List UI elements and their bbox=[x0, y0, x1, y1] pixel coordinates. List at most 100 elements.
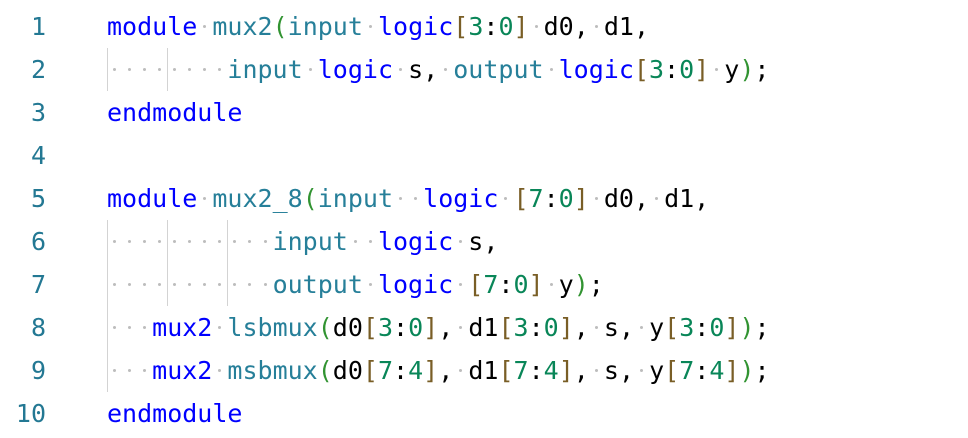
whitespace-dot bbox=[173, 68, 177, 71]
whitespace-dot bbox=[534, 25, 538, 28]
code-token-number: 0 bbox=[408, 313, 424, 342]
code-token-bracket1: ] bbox=[528, 270, 544, 299]
line-number: 6 bbox=[30, 227, 46, 256]
code-token-bracket1: [ bbox=[664, 356, 680, 385]
code-token-bracket2: ( bbox=[317, 356, 333, 385]
code-token-plain: : bbox=[483, 12, 499, 41]
code-token-number: 4 bbox=[408, 356, 424, 385]
whitespace-dot bbox=[158, 240, 162, 243]
code-line[interactable]: 1 module mux2(input logic[3:0] d0, d1, bbox=[0, 5, 968, 48]
code-token-bracket1: ] bbox=[423, 356, 439, 385]
code-token-plain: y bbox=[649, 356, 665, 385]
code-text[interactable]: module mux2(input logic[3:0] d0, d1, bbox=[107, 12, 649, 42]
code-token-bracket1: ] bbox=[513, 12, 529, 41]
code-token-plain: s, bbox=[603, 356, 634, 385]
code-token-bracket1: ] bbox=[573, 184, 589, 213]
code-token-bracket1: [ bbox=[362, 313, 378, 342]
code-token-number: 0 bbox=[513, 270, 529, 299]
code-line[interactable]: 7 output logic [7:0] y); bbox=[0, 263, 968, 306]
indent-guide-line bbox=[167, 48, 169, 91]
whitespace-dot bbox=[549, 68, 553, 71]
code-token-plain: ; bbox=[588, 270, 604, 299]
whitespace-dot bbox=[218, 283, 222, 286]
whitespace-dot bbox=[113, 68, 117, 71]
code-line[interactable]: 6 input logic s, bbox=[0, 220, 968, 263]
code-token-plain: d1 bbox=[468, 313, 499, 342]
line-number: 2 bbox=[30, 55, 46, 84]
code-token-keyword: mux2 bbox=[152, 356, 213, 385]
code-token-plain: , bbox=[573, 356, 589, 385]
code-token-bracket2: ) bbox=[739, 55, 755, 84]
whitespace-dot bbox=[188, 283, 192, 286]
code-line[interactable]: 3 endmodule bbox=[0, 91, 968, 134]
whitespace-dot bbox=[143, 326, 147, 329]
whitespace-dot bbox=[549, 283, 553, 286]
code-token-type: input bbox=[287, 12, 363, 41]
code-text[interactable]: module mux2_8(input logic [7:0] d0, d1, bbox=[107, 184, 709, 214]
code-token-plain: , bbox=[573, 313, 589, 342]
whitespace-dot bbox=[594, 25, 598, 28]
code-token-bracket1: ] bbox=[558, 356, 574, 385]
line-number: 1 bbox=[30, 12, 46, 41]
line-number: 8 bbox=[30, 313, 46, 342]
code-token-number: 3 bbox=[648, 55, 664, 84]
whitespace-dot bbox=[263, 240, 267, 243]
code-token-plain: , bbox=[438, 356, 454, 385]
code-text[interactable]: mux2 msbmux(d0[7:4], d1[7:4], s, y[7:4])… bbox=[152, 356, 769, 386]
line-number: 7 bbox=[30, 270, 46, 299]
code-editor[interactable]: 1 module mux2(input logic[3:0] d0, d1, 2 in… bbox=[0, 0, 968, 438]
whitespace-dot bbox=[233, 283, 237, 286]
whitespace-dot bbox=[248, 240, 252, 243]
code-text[interactable]: input logic s, bbox=[273, 227, 499, 257]
code-line[interactable]: 10 endmodule bbox=[0, 392, 968, 435]
code-token-plain: : bbox=[694, 313, 710, 342]
whitespace-dot bbox=[143, 240, 147, 243]
code-token-bracket2: ( bbox=[302, 184, 318, 213]
indent-guide-line bbox=[107, 220, 108, 263]
whitespace-dot bbox=[128, 68, 132, 71]
whitespace-dot bbox=[594, 369, 598, 372]
code-token-bracket1: [ bbox=[633, 55, 649, 84]
code-line[interactable]: 9 mux2 msbmux(d0[7:4], d1[7:4], s, y[7:4]… bbox=[0, 349, 968, 392]
whitespace-dot bbox=[188, 68, 192, 71]
code-token-plain: d0, bbox=[603, 184, 649, 213]
code-token-number: 0 bbox=[709, 313, 725, 342]
whitespace-dot bbox=[158, 283, 162, 286]
line-number: 3 bbox=[30, 98, 46, 127]
whitespace-dot bbox=[113, 369, 117, 372]
code-text[interactable]: mux2 lsbmux(d0[3:0], d1[3:0], s, y[3:0])… bbox=[152, 313, 769, 343]
code-line[interactable]: 4 bbox=[0, 134, 968, 177]
code-text[interactable]: output logic [7:0] y); bbox=[273, 270, 604, 300]
code-line[interactable]: 5 module mux2_8(input logic [7:0] d0, d1, bbox=[0, 177, 968, 220]
indent-guide-line bbox=[107, 306, 108, 349]
code-line[interactable]: 8 mux2 lsbmux(d0[3:0], d1[3:0], s, y[3:0]… bbox=[0, 306, 968, 349]
code-token-bracket2: ) bbox=[739, 313, 755, 342]
code-token-plain: : bbox=[528, 356, 544, 385]
code-token-plain: y bbox=[724, 55, 740, 84]
code-token-plain: d1, bbox=[603, 12, 649, 41]
code-text[interactable]: input logic s, output logic[3:0] y); bbox=[227, 55, 769, 85]
code-text[interactable]: endmodule bbox=[107, 98, 242, 128]
code-token-keyword: module bbox=[107, 184, 198, 213]
code-token-keyword: logic bbox=[423, 184, 499, 213]
whitespace-dot bbox=[353, 240, 357, 243]
code-token-plain: : bbox=[498, 270, 514, 299]
code-token-plain: y bbox=[649, 313, 665, 342]
code-token-bracket1: ] bbox=[558, 313, 574, 342]
code-line[interactable]: 2 input logic s, output logic[3:0] y); bbox=[0, 48, 968, 91]
code-text[interactable]: endmodule bbox=[107, 399, 242, 429]
code-token-bracket1: [ bbox=[498, 313, 514, 342]
code-token-number: 7 bbox=[513, 356, 529, 385]
whitespace-dot bbox=[368, 283, 372, 286]
code-token-number: 7 bbox=[528, 184, 544, 213]
code-token-plain: d0 bbox=[332, 313, 363, 342]
code-token-bracket1: ] bbox=[724, 313, 740, 342]
code-token-plain: : bbox=[393, 313, 409, 342]
indent-guide-line bbox=[227, 263, 229, 306]
whitespace-dot bbox=[203, 283, 207, 286]
code-token-bracket1: [ bbox=[664, 313, 680, 342]
indent-guide-line bbox=[167, 220, 169, 263]
indent-guide-line bbox=[107, 263, 108, 306]
whitespace-dot bbox=[113, 283, 117, 286]
code-token-number: 0 bbox=[498, 12, 514, 41]
